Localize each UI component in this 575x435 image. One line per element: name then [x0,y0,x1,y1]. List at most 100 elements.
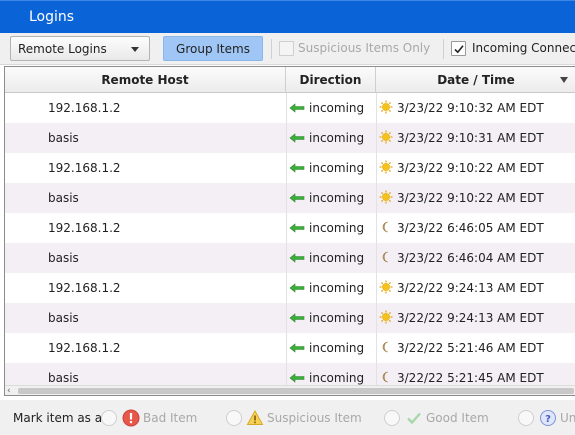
datetime-cell: 3/23/22 6:46:05 AM EDT [379,213,544,243]
column-divider [376,123,377,153]
moon-icon [382,221,389,233]
column-divider [286,93,287,123]
column-divider [376,333,377,363]
unknown-item-radio[interactable] [518,410,534,426]
remote-host-cell: 192.168.1.2 [48,341,121,355]
direction-cell: incoming [289,363,364,385]
good-item-radio[interactable] [384,410,400,426]
column-divider [376,273,377,303]
group-items-button[interactable]: Group Items [163,36,263,61]
horizontal-scrollbar[interactable]: ‹ [5,385,575,396]
incoming-arrow-icon [289,132,305,143]
direction-cell: incoming [289,213,364,243]
table-row[interactable]: 192.168.1.2 incoming 3/23/22 6:46:05 AM ED… [5,213,575,243]
direction-label: incoming [309,131,365,145]
view-select-dropdown[interactable]: Remote Logins [10,36,150,61]
direction-label: incoming [309,341,365,355]
direction-cell: incoming [289,93,364,123]
suspicious-only-label: Suspicious Items Only [298,41,431,55]
svg-text:?: ? [545,414,551,425]
column-divider [286,153,287,183]
column-divider [286,303,287,333]
datetime-label: 3/22/22 5:21:45 AM EDT [397,371,544,385]
scrollbar-thumb[interactable] [18,388,574,394]
chevron-down-icon [131,47,139,52]
remote-host-cell: basis [48,251,79,265]
table-row[interactable]: basis incoming 3/23/22 9:10:22 AM EDT [5,183,575,213]
mark-item-bar: Mark item as a Bad Item Suspicious Item … [0,400,575,435]
datetime-cell: 3/23/22 9:10:22 AM EDT [379,183,544,213]
table-row[interactable]: 192.168.1.2 incoming 3/22/22 9:24:13 AM ED… [5,273,575,303]
window-title: Logins [29,9,75,25]
datetime-label: 3/22/22 9:24:13 AM EDT [397,281,544,295]
datetime-cell: 3/23/22 9:10:32 AM EDT [379,93,544,123]
incoming-arrow-icon [289,222,305,233]
sun-icon [379,280,393,294]
direction-cell: incoming [289,303,364,333]
datetime-cell: 3/23/22 9:10:22 AM EDT [379,153,544,183]
column-divider [286,363,287,385]
moon-icon [382,371,389,383]
datetime-cell: 3/22/22 9:24:13 AM EDT [379,273,544,303]
incoming-connections-label: Incoming Connectio [472,41,575,55]
table-row[interactable]: basis incoming 3/23/22 6:46:04 AM EDT [5,243,575,273]
column-header-datetime[interactable]: Date / Time [376,67,575,93]
incoming-arrow-icon [289,372,305,383]
remote-host-cell: basis [48,311,79,325]
checkmark-icon [407,412,421,425]
column-divider [286,123,287,153]
column-divider [286,183,287,213]
table-row[interactable]: 192.168.1.2 incoming 3/23/22 9:10:22 AM ED… [5,153,575,183]
column-divider [376,303,377,333]
direction-cell: incoming [289,153,364,183]
scroll-left-icon[interactable]: ‹ [7,387,11,396]
toolbar-divider [271,39,272,59]
column-divider [286,333,287,363]
table-header: Remote Host Direction Date / Time [5,67,575,93]
toolbar-divider [443,39,444,59]
direction-label: incoming [309,101,365,115]
direction-cell: incoming [289,243,364,273]
bad-item-label: Bad Item [143,411,198,425]
unknown-item-label: Un [560,411,575,425]
table-row[interactable]: basis incoming 3/22/22 9:24:13 AM EDT [5,303,575,333]
table-row[interactable]: basis incoming 3/23/22 9:10:31 AM EDT [5,123,575,153]
direction-label: incoming [309,311,365,325]
column-divider [376,213,377,243]
bad-item-radio[interactable] [101,410,117,426]
view-select-label: Remote Logins [18,42,107,56]
incoming-arrow-icon [289,192,305,203]
warning-icon [246,409,264,425]
group-items-label: Group Items [176,42,250,56]
datetime-label: 3/23/22 6:46:05 AM EDT [397,221,544,235]
window-titlebar: Logins [0,0,575,33]
table-row[interactable]: basis incoming 3/22/22 5:21:45 AM EDT [5,363,575,385]
column-header-direction[interactable]: Direction [286,67,376,93]
datetime-cell: 3/23/22 6:46:04 AM EDT [379,243,544,273]
incoming-arrow-icon [289,282,305,293]
sort-descending-icon [560,77,568,83]
direction-label: incoming [309,281,365,295]
suspicious-item-radio[interactable] [226,410,242,426]
question-icon: ? [540,410,556,426]
remote-host-cell: 192.168.1.2 [48,101,121,115]
column-divider [286,273,287,303]
table-body: 192.168.1.2 incoming 3/23/22 9:10:32 AM ED… [5,93,575,385]
sun-icon [379,130,393,144]
column-header-datetime-label: Date / Time [437,73,515,87]
suspicious-item-label: Suspicious Item [267,411,362,425]
direction-label: incoming [309,191,365,205]
good-item-label: Good Item [426,411,489,425]
datetime-label: 3/23/22 9:10:22 AM EDT [397,191,544,205]
incoming-connections-checkbox[interactable] [451,41,466,56]
table-row[interactable]: 192.168.1.2 incoming 3/23/22 9:10:32 AM ED… [5,93,575,123]
datetime-label: 3/23/22 9:10:31 AM EDT [397,131,544,145]
column-divider [376,363,377,385]
table-row[interactable]: 192.168.1.2 incoming 3/22/22 5:21:46 AM ED… [5,333,575,363]
datetime-label: 3/23/22 9:10:32 AM EDT [397,101,544,115]
column-header-remote-host[interactable]: Remote Host [5,67,286,93]
suspicious-only-checkbox[interactable] [279,41,294,56]
datetime-cell: 3/22/22 5:21:45 AM EDT [379,363,544,385]
incoming-arrow-icon [289,252,305,263]
column-divider [286,213,287,243]
